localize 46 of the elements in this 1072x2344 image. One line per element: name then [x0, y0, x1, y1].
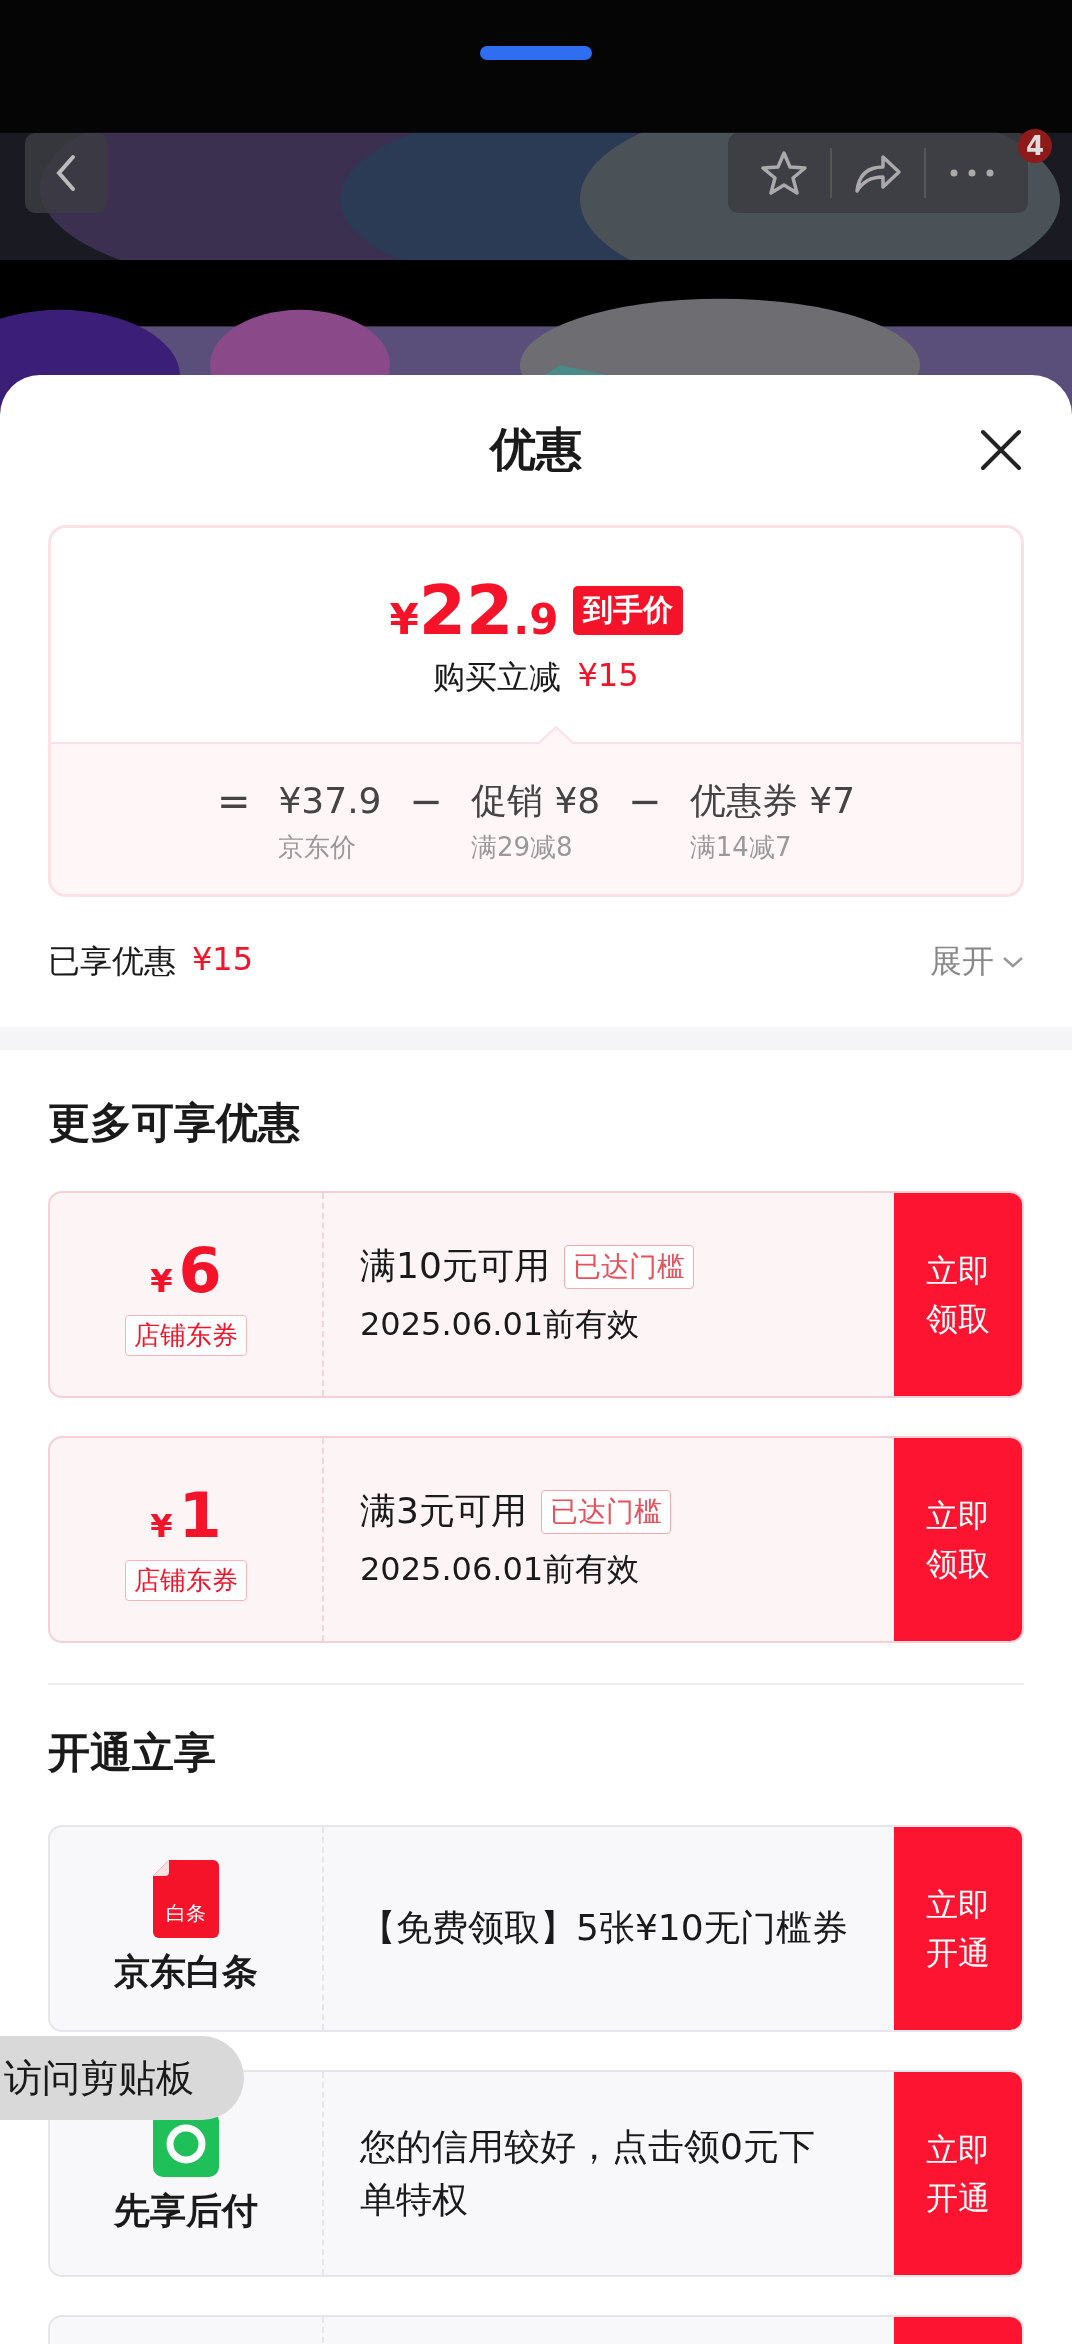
service-name: 京东白条: [114, 1950, 258, 1994]
summary-label: 已享优惠: [48, 941, 176, 982]
section-title: 开通立享: [48, 1727, 216, 1779]
threshold-tag: 已达门槛: [563, 1244, 694, 1289]
price-tag: 到手价: [572, 585, 683, 635]
drag-handle[interactable]: [480, 46, 592, 60]
breakdown-amount: 优惠券 ¥7: [689, 779, 856, 823]
claim-button[interactable]: 立即领取: [894, 1193, 1022, 1396]
coupon-validity: 2025.06.01前有效: [360, 1304, 641, 1345]
breakdown-note: 满29减8: [471, 831, 574, 864]
final-price: ¥22.9: [389, 570, 559, 650]
coupon-validity: 2025.06.01前有效: [360, 1549, 641, 1590]
sheet-title: 优惠: [490, 421, 582, 478]
back-button[interactable]: [25, 133, 107, 213]
coupon-type: 店铺东券: [125, 1559, 247, 1601]
operator-sign: =: [216, 777, 251, 826]
coupon-condition: 满3元可用: [360, 1489, 527, 1533]
more-icon: [950, 169, 994, 177]
activate-button[interactable]: 立即开通: [894, 1827, 1022, 2030]
service-name: 先享后付: [114, 2189, 258, 2233]
threshold-tag: 已达门槛: [540, 1489, 671, 1534]
close-button[interactable]: [978, 427, 1024, 473]
saving-amount: ¥15: [577, 655, 639, 696]
operator-sign: −: [628, 777, 662, 826]
coupon-value: ¥1: [150, 1478, 222, 1552]
summary-amount: ¥15: [192, 940, 254, 980]
close-icon: [979, 428, 1023, 472]
coupon-value: ¥6: [150, 1233, 222, 1307]
service-description: 【免费领取】5张¥10无门槛券: [360, 1906, 849, 1951]
saving-label: 购买立减: [433, 656, 562, 698]
chevron-down-icon: [1002, 955, 1024, 969]
baitiao-icon: 白条: [153, 1860, 219, 1938]
breakdown-amount: ¥37.9: [278, 779, 382, 823]
section-title: 更多可享优惠: [48, 1097, 300, 1149]
coupon-condition: 满10元可用: [360, 1244, 550, 1288]
expand-button[interactable]: 展开: [930, 940, 1024, 984]
breakdown-amount: 促销 ¥8: [471, 779, 601, 823]
breakdown-note: 京东价: [278, 831, 358, 864]
operator-sign: −: [409, 777, 443, 826]
star-icon: [760, 150, 808, 196]
service-description: 您的信用较好，点击领0元下单特权: [360, 2125, 816, 2222]
breakdown-note: 满14减7: [689, 831, 793, 864]
claim-button[interactable]: 立即领取: [894, 1438, 1022, 1641]
coupon-type: 店铺东券: [125, 1314, 247, 1356]
activate-button[interactable]: 立即开通: [894, 2072, 1022, 2275]
toast: 访问剪贴板: [0, 2036, 244, 2120]
